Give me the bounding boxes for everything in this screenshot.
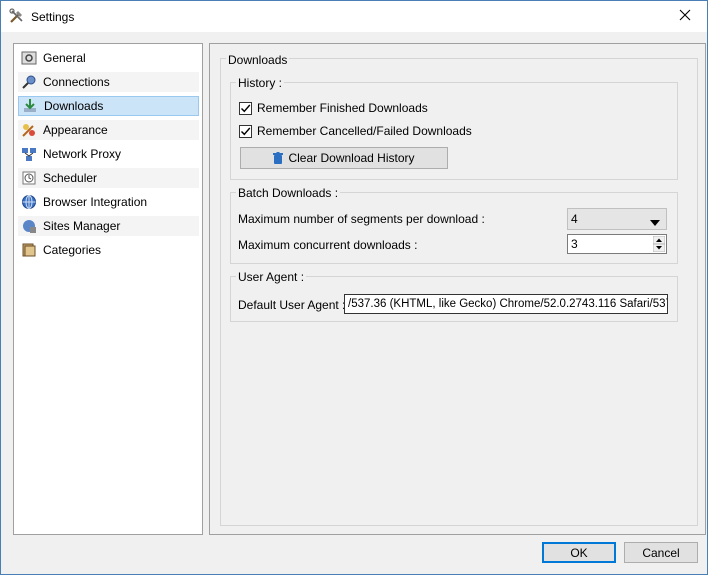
remember-finished-label: Remember Finished Downloads [257,101,428,115]
concurrent-value: 3 [571,237,578,251]
cancel-button[interactable]: Cancel [624,542,698,563]
concurrent-spinbox[interactable]: 3 [567,234,667,254]
settings-content-panel: Downloads History : Remember Finished Do… [209,43,706,535]
sidebar-item-label: Downloads [44,99,104,113]
download-icon [22,98,38,114]
gear-icon [21,50,37,66]
remember-finished-row[interactable]: Remember Finished Downloads [239,101,428,115]
user-agent-value: /537.36 (KHTML, like Gecko) Chrome/52.0.… [348,298,668,310]
sidebar-item-browser-integration[interactable]: Browser Integration [18,192,199,212]
sidebar-item-label: Network Proxy [43,147,122,161]
sidebar-item-scheduler[interactable]: Scheduler [18,168,199,188]
settings-sidebar: General Connections Downloads Appearance… [13,43,203,535]
trash-icon [273,151,284,165]
connection-icon [21,74,37,90]
sidebar-item-label: Browser Integration [43,195,148,209]
spin-arrows-icon[interactable] [652,235,666,253]
sidebar-item-network-proxy[interactable]: Network Proxy [18,144,199,164]
segments-select[interactable]: 4 [567,208,667,230]
segments-label: Maximum number of segments per download … [238,212,485,226]
sidebar-item-appearance[interactable]: Appearance [18,120,199,140]
history-group-title: History : [236,76,285,90]
sidebar-item-label: Appearance [43,123,108,137]
sidebar-item-label: Scheduler [43,171,98,185]
user-agent-title: User Agent : [236,270,307,284]
sidebar-item-sites-manager[interactable]: Sites Manager [18,216,199,236]
sidebar-item-connections[interactable]: Connections [18,72,199,92]
categories-icon [21,242,37,258]
sidebar-item-label: Categories [43,243,102,257]
user-agent-label: Default User Agent : [238,298,346,312]
batch-downloads-title: Batch Downloads : [236,186,341,200]
ok-label: OK [570,545,588,560]
close-button[interactable] [663,1,707,32]
remember-failed-row[interactable]: Remember Cancelled/Failed Downloads [239,124,472,138]
sites-icon [21,218,37,234]
remember-failed-checkbox[interactable] [239,124,252,138]
ok-button[interactable]: OK [542,542,616,563]
cancel-label: Cancel [642,545,680,560]
sidebar-item-categories[interactable]: Categories [18,240,199,260]
downloads-section-title: Downloads [226,53,290,67]
close-icon [679,9,691,24]
sidebar-item-label: General [43,51,86,65]
network-icon [21,146,37,162]
sidebar-item-label: Connections [43,75,110,89]
tools-icon [9,8,25,24]
sidebar-item-label: Sites Manager [43,219,121,233]
concurrent-label: Maximum concurrent downloads : [238,238,418,252]
title-bar: Settings [1,1,707,32]
sidebar-item-downloads[interactable]: Downloads [18,96,199,116]
clock-icon [21,170,37,186]
remember-failed-label: Remember Cancelled/Failed Downloads [257,124,472,138]
chevron-down-icon [650,215,660,229]
remember-finished-checkbox[interactable] [239,101,252,115]
clear-history-button[interactable]: Clear Download History [240,147,448,169]
window-title: Settings [31,10,75,24]
sidebar-item-general[interactable]: General [18,48,199,68]
clear-history-label: Clear Download History [288,151,415,165]
globe-icon [21,194,37,210]
palette-icon [21,122,37,138]
settings-window: Settings General Connections Downloads A… [0,0,708,575]
user-agent-input[interactable]: /537.36 (KHTML, like Gecko) Chrome/52.0.… [344,294,668,314]
segments-value: 4 [571,212,578,226]
